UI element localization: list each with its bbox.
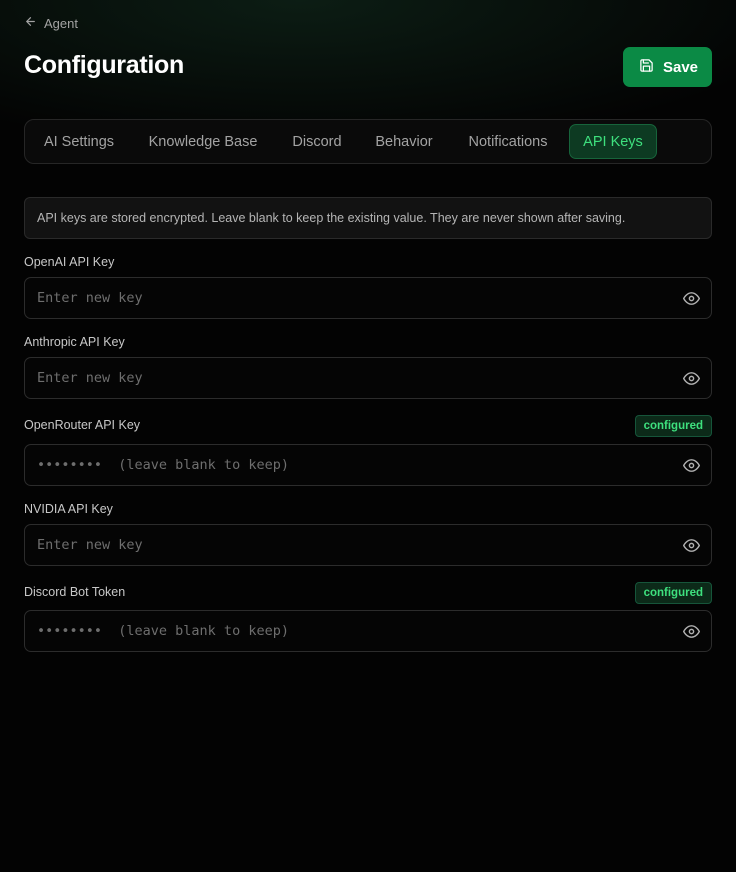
tab-api-keys[interactable]: API Keys	[569, 124, 657, 159]
tab-notifications[interactable]: Notifications	[453, 124, 563, 159]
eye-icon[interactable]	[683, 623, 700, 640]
openai-key-label: OpenAI API Key	[24, 255, 115, 269]
page-title: Configuration	[24, 51, 184, 79]
arrow-left-icon	[24, 15, 37, 31]
anthropic-key-label: Anthropic API Key	[24, 335, 125, 349]
back-link-label: Agent	[44, 15, 78, 31]
status-badge: configured	[634, 415, 712, 437]
openrouter-key-input[interactable]	[25, 445, 665, 485]
eye-icon[interactable]	[683, 457, 700, 474]
encryption-notice: API keys are stored encrypted. Leave bla…	[24, 197, 712, 239]
tab-discord[interactable]: Discord	[279, 124, 355, 159]
status-badge: configured	[634, 582, 712, 604]
eye-icon[interactable]	[683, 290, 700, 307]
nvidia-key-label: NVIDIA API Key	[24, 502, 113, 516]
nvidia-key-input[interactable]	[25, 525, 665, 565]
anthropic-key-input[interactable]	[25, 358, 665, 398]
tab-knowledge-base[interactable]: Knowledge Base	[135, 124, 271, 159]
discord-token-label: Discord Bot Token	[24, 585, 126, 599]
save-button-label: Save	[662, 58, 699, 76]
tab-bar: AI Settings Knowledge Base Discord Behav…	[24, 119, 712, 164]
openai-key-field	[24, 277, 712, 319]
back-link[interactable]: Agent	[24, 14, 78, 32]
discord-token-input[interactable]	[25, 611, 665, 651]
discord-token-field	[24, 610, 712, 652]
nvidia-key-field	[24, 524, 712, 566]
openrouter-key-field	[24, 444, 712, 486]
encryption-notice-text: API keys are stored encrypted. Leave bla…	[37, 211, 626, 225]
tab-ai-settings[interactable]: AI Settings	[31, 124, 127, 159]
openrouter-key-label: OpenRouter API Key	[24, 418, 141, 432]
openai-key-input[interactable]	[25, 278, 665, 318]
tab-behavior[interactable]: Behavior	[363, 124, 445, 159]
eye-icon[interactable]	[683, 537, 700, 554]
eye-icon[interactable]	[683, 370, 700, 387]
floppy-disk-icon	[639, 58, 654, 77]
anthropic-key-field	[24, 357, 712, 399]
save-button[interactable]: Save	[623, 47, 712, 87]
